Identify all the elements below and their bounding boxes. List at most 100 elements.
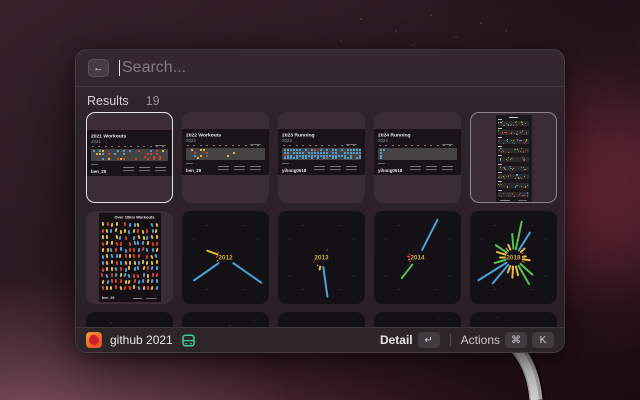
decor bbox=[344, 157, 346, 159]
result-card-multi-year[interactable] bbox=[470, 112, 557, 203]
radial-year-label: 2018 bbox=[479, 254, 549, 261]
decor bbox=[411, 145, 413, 146]
decor bbox=[284, 152, 286, 154]
decor bbox=[438, 318, 439, 319]
decor bbox=[137, 229, 140, 234]
decor bbox=[498, 181, 502, 182]
decor bbox=[330, 166, 341, 167]
decor bbox=[150, 279, 153, 284]
decor bbox=[101, 254, 104, 259]
decor bbox=[101, 248, 103, 252]
decor bbox=[99, 150, 101, 152]
decor bbox=[124, 222, 126, 226]
decor bbox=[513, 125, 514, 126]
decor bbox=[200, 149, 202, 151]
decor bbox=[123, 286, 126, 291]
radial-year-label: 2012 bbox=[191, 254, 261, 261]
decor bbox=[382, 318, 383, 319]
decor bbox=[152, 242, 155, 247]
heatmap-strip bbox=[91, 149, 168, 161]
decor bbox=[110, 254, 113, 259]
poster-thumbnail-2023: 2023 Running 2023 yihong0618 bbox=[278, 129, 365, 175]
decor bbox=[417, 145, 419, 146]
decor bbox=[123, 273, 126, 278]
decor bbox=[147, 279, 150, 284]
poster-year: 2024 bbox=[378, 138, 388, 143]
decor bbox=[508, 124, 509, 125]
result-card-2018[interactable]: 2018 bbox=[470, 211, 557, 304]
decor bbox=[156, 146, 158, 147]
decor bbox=[323, 152, 325, 154]
result-card-2013[interactable]: 2013 bbox=[278, 211, 365, 304]
result-card-2012[interactable]: 2012 bbox=[182, 211, 269, 304]
result-card-over-10km[interactable]: Over 10km Workouts ben_29 bbox=[86, 211, 173, 304]
decor bbox=[206, 155, 208, 157]
decor bbox=[193, 275, 195, 277]
decor bbox=[98, 146, 100, 147]
decor bbox=[299, 152, 301, 154]
decor bbox=[117, 158, 119, 160]
result-card-2014[interactable]: 2014 bbox=[374, 211, 461, 304]
decor bbox=[311, 157, 313, 159]
decor bbox=[96, 153, 98, 155]
decor bbox=[191, 149, 193, 151]
decor bbox=[326, 149, 328, 151]
decor bbox=[111, 241, 113, 245]
results-row-2: Over 10km Workouts ben_29 2012 2013 2014… bbox=[86, 211, 557, 304]
result-card-2024-running[interactable]: 2024 Running 2024 yihong0618 bbox=[374, 112, 461, 203]
decor bbox=[219, 145, 221, 146]
background-speckles bbox=[0, 0, 2, 2]
decor bbox=[509, 117, 518, 118]
decor bbox=[308, 152, 310, 154]
decor bbox=[206, 225, 208, 227]
search-input[interactable]: Search... bbox=[122, 59, 186, 77]
decor bbox=[94, 317, 95, 318]
poster-username: yihong0618 bbox=[282, 168, 306, 173]
decor bbox=[155, 170, 166, 171]
decor bbox=[101, 242, 104, 247]
detail-button[interactable]: Detail ↵ bbox=[380, 332, 440, 348]
decor bbox=[328, 145, 330, 146]
decor bbox=[133, 254, 136, 259]
decor bbox=[116, 222, 118, 226]
radial-year-label: 2014 bbox=[383, 254, 453, 261]
decor bbox=[115, 228, 118, 233]
decor bbox=[522, 157, 523, 158]
decor bbox=[124, 146, 126, 147]
decor bbox=[359, 149, 361, 151]
back-button[interactable]: ← bbox=[88, 59, 109, 77]
decor bbox=[317, 152, 319, 154]
decor bbox=[132, 236, 135, 241]
decor bbox=[520, 151, 521, 152]
poster-year: 2022 bbox=[186, 138, 196, 143]
decor bbox=[106, 229, 109, 234]
decor bbox=[117, 150, 119, 152]
decor bbox=[119, 254, 121, 258]
decor bbox=[130, 146, 132, 147]
decor bbox=[206, 289, 208, 291]
decor bbox=[478, 318, 479, 319]
decor bbox=[330, 169, 341, 170]
transit-icon bbox=[181, 333, 196, 348]
decor bbox=[137, 146, 139, 147]
decor bbox=[500, 200, 510, 201]
decor bbox=[504, 178, 505, 179]
decor bbox=[114, 153, 116, 155]
decor bbox=[498, 119, 502, 120]
result-card-2022-workouts[interactable]: 2022 Workouts 2022 ben_29 bbox=[182, 112, 269, 203]
decor bbox=[128, 273, 131, 278]
poster-title: 2022 Workouts bbox=[186, 132, 221, 138]
decor bbox=[152, 229, 154, 233]
result-card-2021-workouts[interactable]: 2021 Workouts 2021 ben_29 bbox=[86, 112, 173, 203]
decor bbox=[449, 275, 451, 277]
decor bbox=[115, 285, 117, 289]
decor bbox=[150, 223, 153, 228]
decor bbox=[329, 155, 331, 157]
enter-keycap: ↵ bbox=[418, 332, 440, 348]
actions-button[interactable]: Actions ⌘ K bbox=[461, 332, 554, 348]
result-card-2023-running[interactable]: 2023 Running 2023 yihong0618 bbox=[278, 112, 365, 203]
decor bbox=[302, 145, 304, 146]
decor bbox=[114, 273, 117, 278]
decor bbox=[320, 149, 322, 151]
decor bbox=[481, 238, 483, 240]
